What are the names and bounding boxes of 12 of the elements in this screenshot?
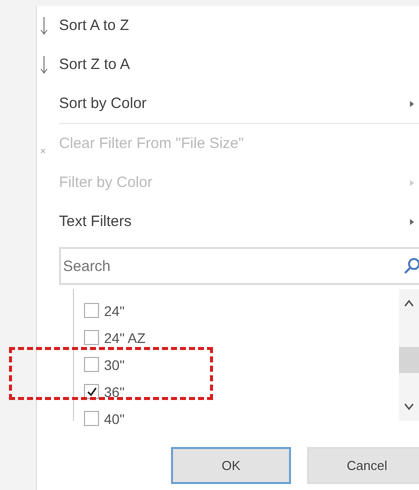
search-field[interactable]: Search [59, 247, 419, 285]
value-item[interactable]: 36" [74, 378, 399, 405]
menu-item[interactable]: Sort A to Z [37, 6, 419, 45]
value-item[interactable]: 24" [74, 297, 399, 324]
cancel-button[interactable]: Cancel [307, 447, 419, 484]
value-item[interactable]: 30" [74, 351, 399, 378]
value-item[interactable]: 24" AZ [74, 324, 399, 351]
ok-button[interactable]: OK [171, 447, 291, 484]
value-item[interactable]: 40" [74, 405, 399, 432]
menu-item[interactable]: Sort Z to A [37, 45, 419, 84]
menu-item[interactable]: Sort by Color [37, 84, 419, 123]
menu-item[interactable]: Text Filters [37, 202, 419, 241]
